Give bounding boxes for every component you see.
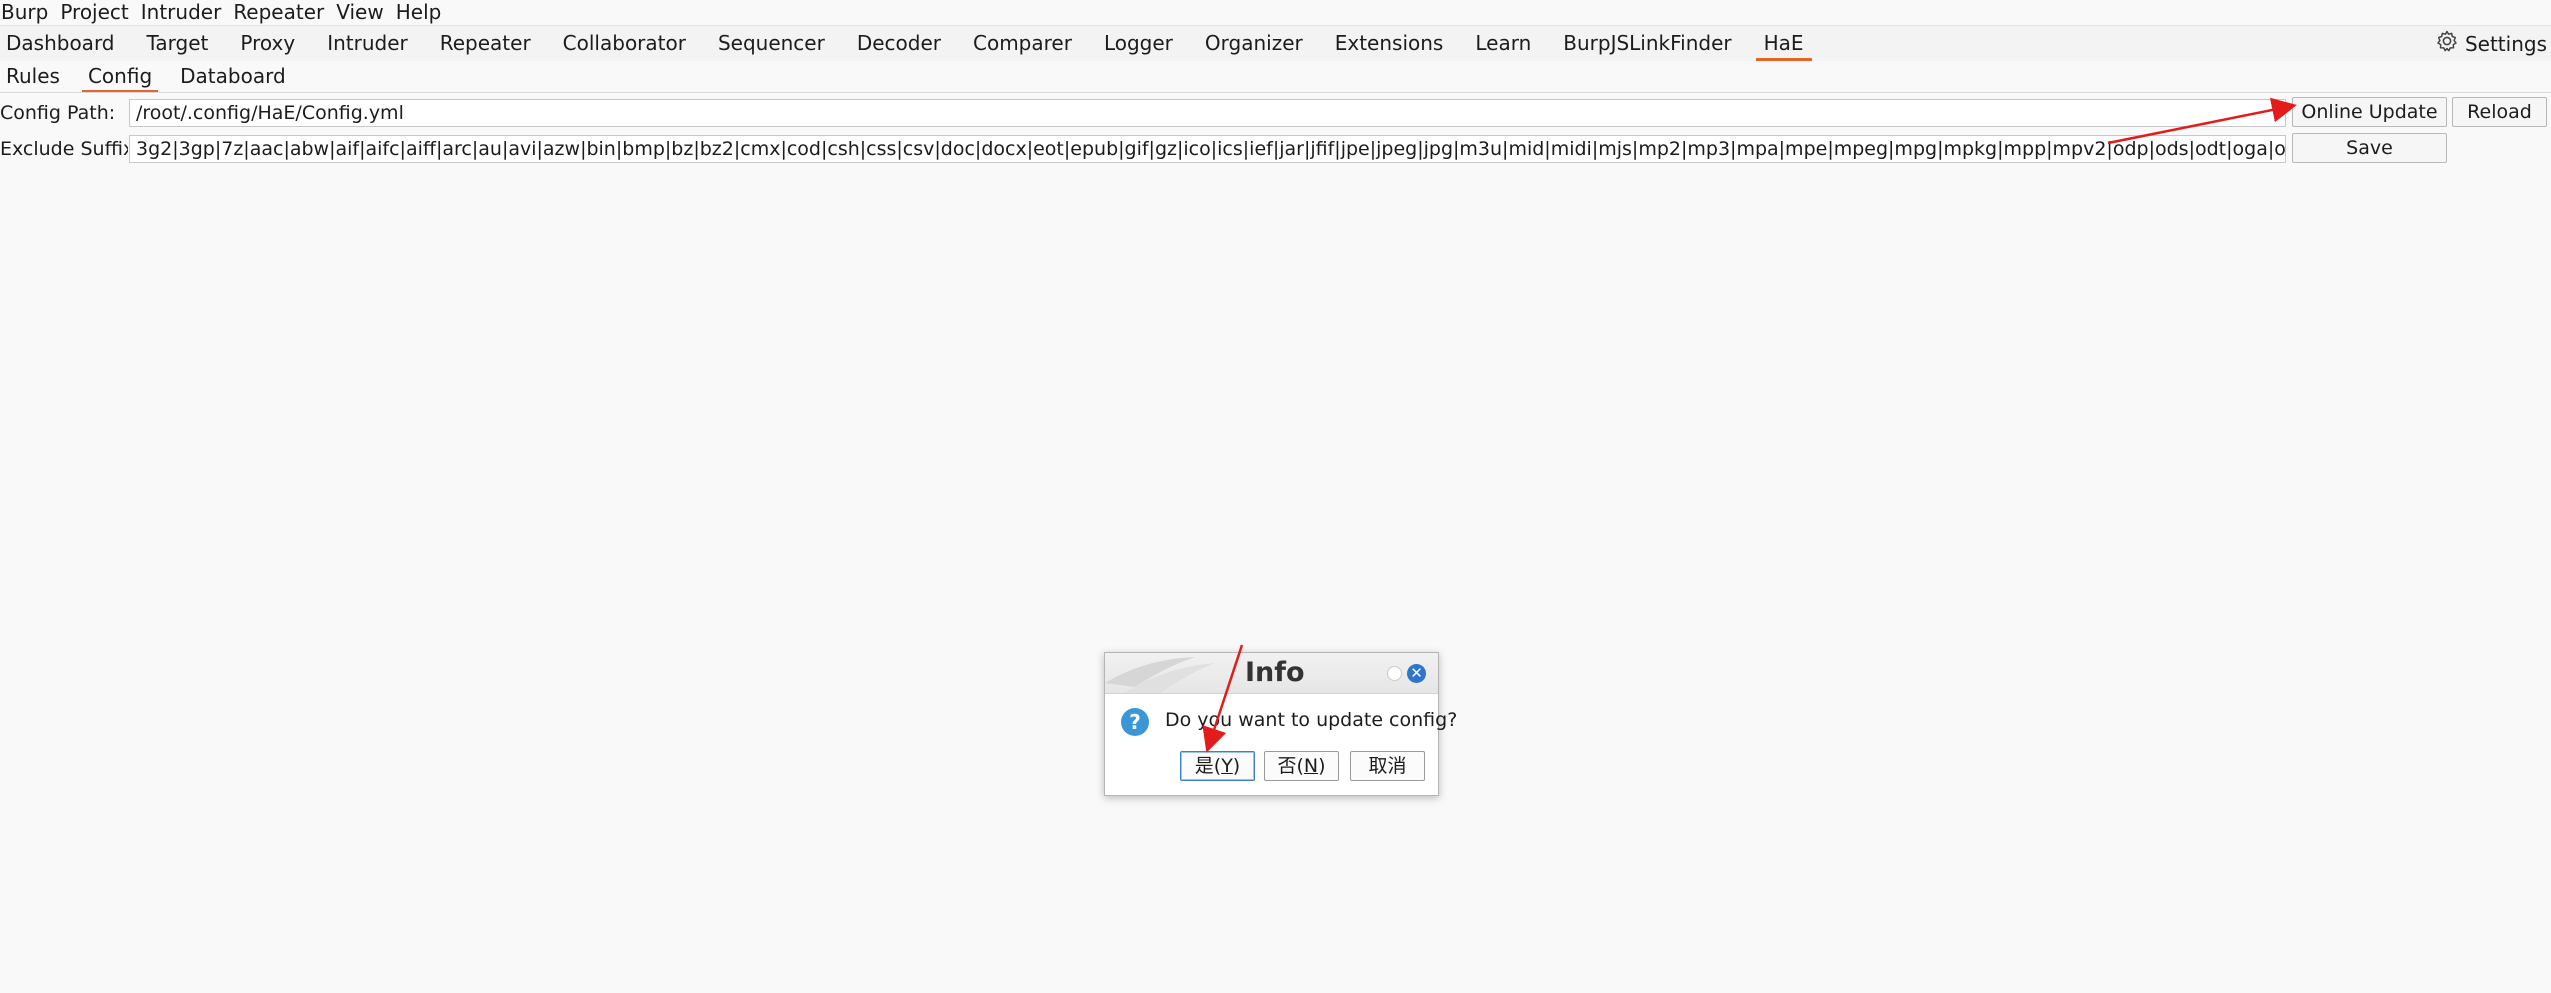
tab-sequencer[interactable]: Sequencer <box>702 26 841 61</box>
tab-config[interactable]: Config <box>74 61 166 92</box>
question-icon: ? <box>1121 708 1149 736</box>
dialog-message: Do you want to update config? <box>1165 709 1458 731</box>
minimize-icon[interactable] <box>1387 666 1402 681</box>
online-update-button[interactable]: Online Update <box>2292 97 2447 127</box>
menu-repeater[interactable]: Repeater <box>233 0 330 24</box>
yes-label: 是( <box>1194 755 1222 777</box>
tab-proxy[interactable]: Proxy <box>224 26 311 61</box>
yes-close-paren: ) <box>1232 755 1241 777</box>
sub-tab-bar: Rules Config Databoard <box>0 61 2551 93</box>
menu-project[interactable]: Project <box>60 0 134 24</box>
menu-intruder[interactable]: Intruder <box>141 0 228 24</box>
tab-burpjslinkfinder[interactable]: BurpJSLinkFinder <box>1547 26 1747 61</box>
main-tab-bar: Dashboard Target Proxy Intruder Repeater… <box>0 25 2551 62</box>
close-icon[interactable]: ✕ <box>1407 664 1426 683</box>
dialog-title: Info <box>1245 657 1305 688</box>
save-button[interactable]: Save <box>2292 133 2447 163</box>
config-path-input[interactable]: /root/.config/HaE/Config.yml <box>129 99 2286 127</box>
no-label: 否( <box>1277 755 1304 777</box>
dialog-title-bar[interactable]: Info ✕ <box>1105 653 1438 694</box>
menu-bar: Burp Project Intruder Repeater View Help <box>0 0 2551 24</box>
title-bar-decoration <box>1105 657 1215 693</box>
tab-collaborator[interactable]: Collaborator <box>547 26 702 61</box>
gear-icon <box>2435 29 2459 58</box>
config-path-label: Config Path: <box>0 102 116 124</box>
tab-hae[interactable]: HaE <box>1748 26 1820 61</box>
tab-decoder[interactable]: Decoder <box>841 26 957 61</box>
exclude-suffix-input[interactable]: 3g2|3gp|7z|aac|abw|aif|aifc|aiff|arc|au|… <box>129 135 2286 163</box>
no-mnemonic: N <box>1303 755 1319 777</box>
tab-logger[interactable]: Logger <box>1088 26 1189 61</box>
no-button[interactable]: 否(N) <box>1264 751 1339 781</box>
tab-comparer[interactable]: Comparer <box>957 26 1088 61</box>
menu-burp[interactable]: Burp <box>0 0 54 24</box>
yes-mnemonic: Y <box>1221 755 1233 777</box>
tab-intruder[interactable]: Intruder <box>311 26 424 61</box>
menu-help[interactable]: Help <box>396 0 448 24</box>
cancel-button[interactable]: 取消 <box>1350 751 1425 781</box>
tab-target[interactable]: Target <box>131 26 225 61</box>
tab-extensions[interactable]: Extensions <box>1319 26 1460 61</box>
settings-button[interactable]: Settings <box>2435 26 2547 61</box>
tab-dashboard[interactable]: Dashboard <box>0 26 131 61</box>
config-path-row: Config Path: <box>0 97 128 129</box>
reload-button[interactable]: Reload <box>2452 97 2547 127</box>
tab-organizer[interactable]: Organizer <box>1189 26 1319 61</box>
tab-repeater[interactable]: Repeater <box>424 26 547 61</box>
tab-learn[interactable]: Learn <box>1459 26 1547 61</box>
menu-view[interactable]: View <box>336 0 389 24</box>
info-dialog: Info ✕ ? Do you want to update config? 是… <box>1104 652 1457 796</box>
exclude-suffix-row: Exclude Suffix: <box>0 133 128 165</box>
exclude-suffix-label: Exclude Suffix: <box>0 138 128 160</box>
settings-label: Settings <box>2464 31 2547 56</box>
yes-button[interactable]: 是(Y) <box>1180 751 1255 781</box>
tab-databoard[interactable]: Databoard <box>166 61 300 92</box>
no-close-paren: ) <box>1318 755 1326 777</box>
tab-rules[interactable]: Rules <box>0 61 74 92</box>
